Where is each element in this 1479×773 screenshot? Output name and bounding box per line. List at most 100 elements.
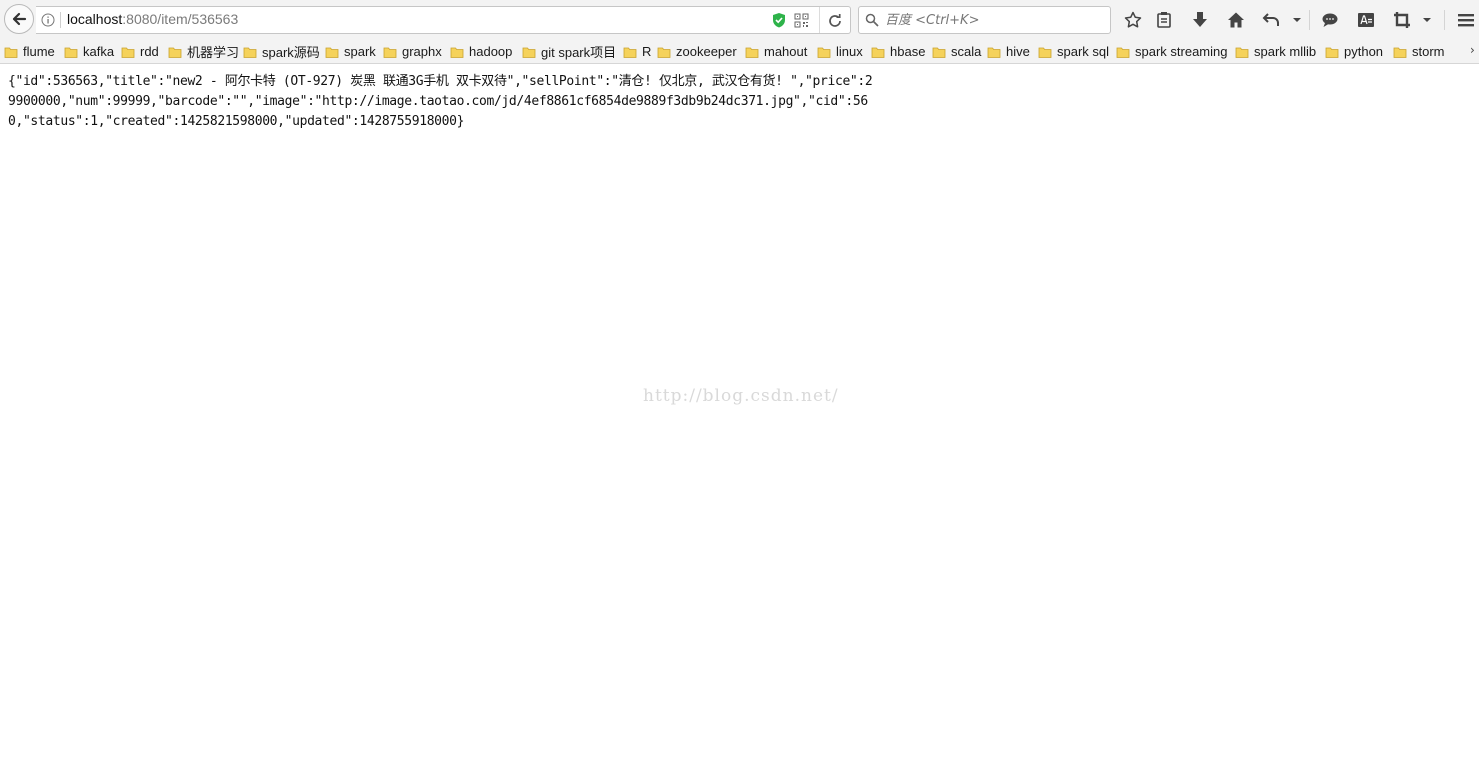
folder-icon: [817, 47, 831, 58]
folder-icon: [1325, 47, 1339, 58]
bookmark-label: git spark项目: [541, 45, 617, 60]
bookmark-label: linux: [836, 44, 863, 59]
bookmark-r[interactable]: R: [623, 42, 651, 61]
arrow-left-icon: [12, 12, 27, 26]
bookmark-linux[interactable]: linux: [817, 42, 863, 61]
folder-icon: [657, 47, 671, 58]
reload-button[interactable]: [826, 12, 844, 30]
folder-icon: [1116, 47, 1130, 58]
screenshot-dropdown-button[interactable]: [1418, 9, 1436, 31]
undo-close-button[interactable]: [1260, 9, 1282, 31]
bookmark-zookeeper[interactable]: zookeeper: [657, 42, 737, 61]
bookmark-star-button[interactable]: [1122, 9, 1144, 31]
bookmark-hive[interactable]: hive: [987, 42, 1030, 61]
folder-icon: [871, 47, 885, 58]
watermark: http://blog.csdn.net/: [643, 386, 839, 406]
screenshot-button[interactable]: [1391, 9, 1413, 31]
toolbar-separator: [1309, 10, 1310, 30]
folder-icon: [522, 47, 536, 58]
bookmark-label: graphx: [402, 44, 442, 59]
translate-icon: [1358, 13, 1374, 27]
translate-button[interactable]: [1355, 9, 1377, 31]
clipboard-icon: [1157, 12, 1171, 28]
search-input[interactable]: [885, 10, 1105, 30]
bookmark-spark-sql[interactable]: spark sql: [1038, 42, 1109, 61]
url-text[interactable]: localhost:8080/item/536563: [67, 11, 238, 27]
folder-icon: [325, 47, 339, 58]
chat-button[interactable]: [1319, 9, 1341, 31]
address-bar[interactable]: localhost:8080/item/536563: [36, 6, 851, 34]
bookmark-label: spark mllib: [1254, 44, 1317, 59]
bookmark-scala[interactable]: scala: [932, 42, 981, 61]
bookmark-hbase[interactable]: hbase: [871, 42, 925, 61]
downloads-button[interactable]: [1189, 9, 1211, 31]
json-response-text: {"id":536563,"title":"new2 - 阿尔卡特 (OT-92…: [8, 74, 873, 129]
shield-icon[interactable]: [772, 12, 786, 28]
folder-icon: [932, 47, 946, 58]
menu-button[interactable]: [1455, 9, 1477, 31]
bookmarks-overflow-chevron-icon[interactable]: ›: [1470, 43, 1475, 57]
hamburger-menu-icon: [1458, 14, 1474, 27]
bookmark-spark-mllib[interactable]: spark mllib: [1235, 42, 1316, 61]
url-separator: [60, 12, 61, 28]
caret-down-icon: [1423, 18, 1431, 22]
navigation-toolbar: localhost:8080/item/536563: [0, 0, 1479, 40]
bookmark-label: storm: [1412, 44, 1445, 59]
folder-icon: [450, 47, 464, 58]
reload-separator: [819, 7, 820, 33]
url-host: localhost: [67, 11, 123, 27]
undo-dropdown-button[interactable]: [1288, 9, 1306, 31]
bookmark-python[interactable]: python: [1325, 42, 1383, 61]
folder-icon: [121, 47, 135, 58]
star-icon: [1124, 11, 1142, 28]
bookmark-label: kafka: [83, 44, 115, 59]
reading-list-button[interactable]: [1153, 9, 1175, 31]
caret-down-icon: [1293, 18, 1301, 22]
folder-icon: [64, 47, 78, 58]
bookmark-flume[interactable]: flume: [4, 42, 55, 61]
toolbar-separator: [1444, 10, 1445, 30]
reload-icon: [829, 14, 841, 27]
bookmark-label: python: [1344, 44, 1384, 59]
info-icon[interactable]: [41, 13, 55, 27]
bookmark-label: spark: [344, 44, 376, 59]
back-button[interactable]: [4, 4, 34, 34]
home-button[interactable]: [1225, 9, 1247, 31]
bookmark-machine-learning[interactable]: 机器学习: [168, 42, 239, 61]
download-arrow-icon: [1193, 12, 1207, 27]
undo-arrow-icon: [1262, 13, 1279, 26]
folder-icon: [1235, 47, 1249, 58]
bookmark-label: 机器学习: [187, 45, 240, 60]
bookmark-spark-source[interactable]: spark源码: [243, 42, 320, 61]
bookmark-graphx[interactable]: graphx: [383, 42, 442, 61]
folder-icon: [4, 47, 18, 58]
bookmark-spark[interactable]: spark: [325, 42, 376, 61]
bookmark-label: mahout: [764, 44, 808, 59]
bookmark-git-spark-project[interactable]: git spark项目: [522, 42, 616, 61]
bookmark-spark-streaming[interactable]: spark streaming: [1116, 42, 1227, 61]
home-icon: [1228, 12, 1244, 28]
crop-icon: [1394, 12, 1410, 28]
bookmark-label: rdd: [140, 44, 159, 59]
bookmark-mahout[interactable]: mahout: [745, 42, 807, 61]
bookmark-label: flume: [23, 44, 55, 59]
bookmark-storm[interactable]: storm: [1393, 42, 1445, 61]
bookmark-label: zookeeper: [676, 44, 737, 59]
folder-icon: [623, 47, 637, 58]
bookmark-label: spark sql: [1057, 44, 1110, 59]
bookmark-label: scala: [951, 44, 982, 59]
folder-icon: [987, 47, 1001, 58]
bookmark-kafka[interactable]: kafka: [64, 42, 114, 61]
bookmark-label: spark streaming: [1135, 44, 1228, 59]
bookmarks-toolbar: flume kafka rdd 机器学习 spark源码 spark graph…: [0, 40, 1479, 64]
qr-code-icon[interactable]: [794, 13, 809, 28]
bookmark-label: hive: [1006, 44, 1030, 59]
folder-icon: [1038, 47, 1052, 58]
search-bar[interactable]: [858, 6, 1111, 34]
search-icon: [865, 13, 879, 27]
bookmark-label: spark源码: [262, 45, 320, 60]
folder-icon: [745, 47, 759, 58]
bookmark-rdd[interactable]: rdd: [121, 42, 159, 61]
speech-bubble-icon: [1322, 13, 1338, 27]
bookmark-hadoop[interactable]: hadoop: [450, 42, 512, 61]
